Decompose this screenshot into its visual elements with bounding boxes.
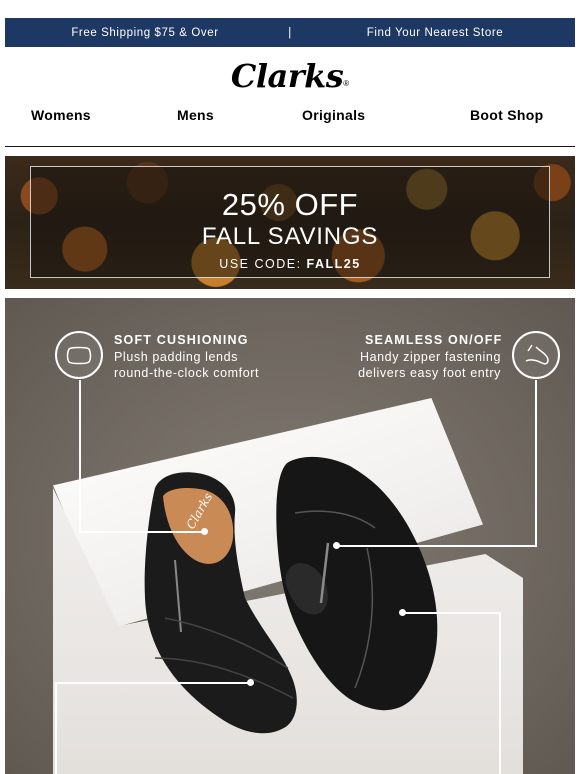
callout-line-cushioning-vertical [79, 380, 81, 532]
callout-line-lower-left-vertical [55, 682, 57, 774]
left-shoe: Clarks [144, 472, 297, 734]
seamless-line2: delivers easy foot entry [358, 366, 501, 380]
free-shipping-link[interactable]: Free Shipping $75 & Over [5, 27, 285, 39]
callout-dot-lower-right [399, 609, 406, 616]
callout-line-lower-right-vertical [499, 612, 501, 774]
callout-line-seamless-vertical [535, 380, 537, 546]
callout-line-lower-left-horizontal [55, 682, 251, 684]
callout-dot-lower-left [247, 679, 254, 686]
hero-product-image[interactable]: Clarks SOFT CUSHIONING Plush padding len… [5, 298, 575, 774]
promo-code-prefix: USE CODE: [219, 257, 302, 271]
nav-mens[interactable]: Mens [177, 107, 214, 123]
right-shoe [276, 456, 438, 711]
callout-line-seamless-horizontal [337, 545, 537, 547]
soft-cushioning-line2: round-the-clock comfort [114, 366, 260, 380]
promo-code-line: USE CODE: FALL25 [31, 257, 549, 271]
callout-line-lower-right-horizontal [403, 612, 501, 614]
main-nav: Womens Mens Originals Boot Shop [0, 107, 580, 133]
nav-boot-shop[interactable]: Boot Shop [470, 107, 543, 123]
nav-womens[interactable]: Womens [31, 107, 91, 123]
registered-mark: ® [343, 78, 350, 88]
soft-cushioning-text: Plush padding lends round-the-clock comf… [114, 349, 259, 381]
callout-line-cushioning-horizontal [79, 531, 204, 533]
callout-dot-cushioning [201, 528, 208, 535]
announcement-bar: Free Shipping $75 & Over | Find Your Nea… [5, 18, 575, 47]
seamless-title: SEAMLESS ON/OFF [365, 333, 503, 347]
soft-cushioning-line1: Plush padding lends [114, 350, 238, 364]
brand-logo[interactable]: Clarks ® [0, 55, 580, 97]
promo-subheadline: FALL SAVINGS [201, 223, 379, 250]
soft-cushioning-title: SOFT CUSHIONING [114, 333, 249, 347]
promo-frame: 25% OFF FALL SAVINGS USE CODE: FALL25 [30, 166, 550, 278]
promo-code: FALL25 [306, 257, 361, 271]
callout-dot-seamless [333, 542, 340, 549]
seamless-line1: Handy zipper fastening [359, 350, 501, 364]
nav-divider [5, 146, 575, 147]
nav-originals[interactable]: Originals [302, 107, 365, 123]
seamless-text: Handy zipper fastening delivers easy foo… [335, 349, 501, 381]
topbar-separator: | [288, 26, 292, 39]
promo-banner[interactable]: 25% OFF FALL SAVINGS USE CODE: FALL25 [5, 156, 575, 289]
logo-wordmark: Clarks [230, 57, 344, 95]
pillow-icon [55, 331, 103, 379]
find-store-link[interactable]: Find Your Nearest Store [295, 27, 575, 39]
promo-headline: 25% OFF [221, 187, 359, 222]
foot-icon [512, 331, 560, 379]
